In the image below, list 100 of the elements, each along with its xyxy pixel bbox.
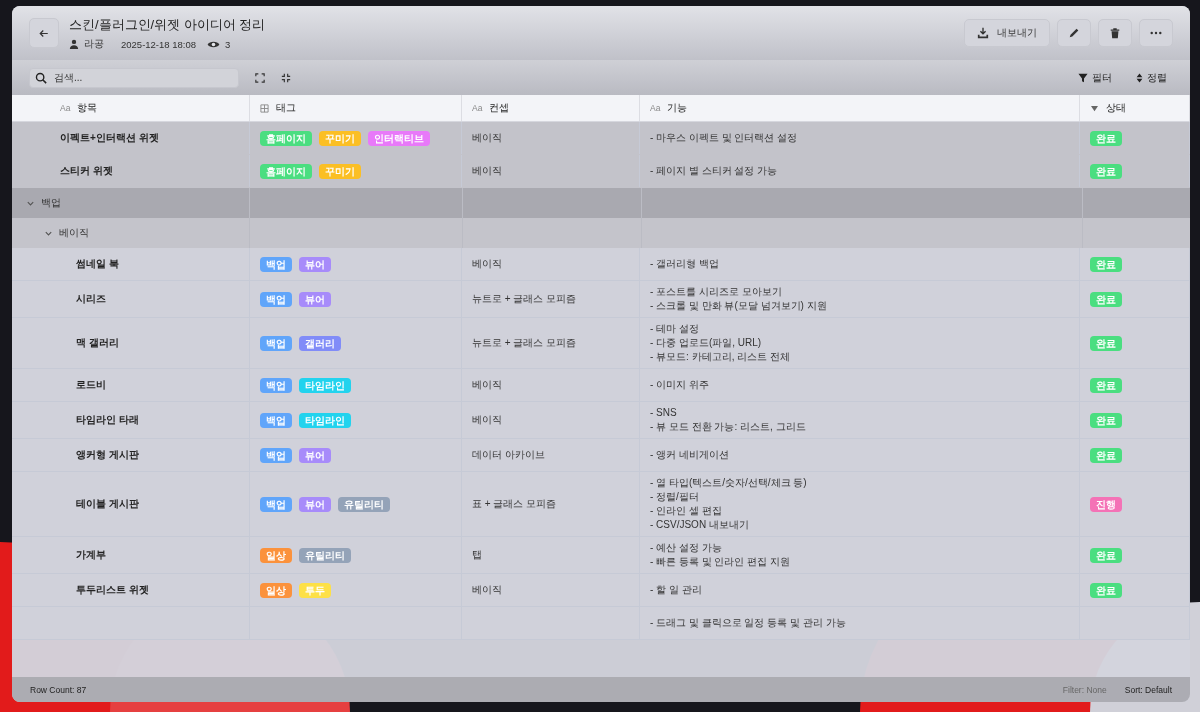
text-type-label: Aa xyxy=(60,103,71,113)
concept-text: 탭 xyxy=(472,549,482,561)
status-tag: 진행 xyxy=(1090,496,1122,512)
tag: 유틸리티 xyxy=(338,496,390,512)
feature-line: - 열 타입(텍스트/숫자/선택/체크 등) xyxy=(650,477,807,489)
row-count: Row Count: 87 xyxy=(30,684,87,695)
status-tag: 완료 xyxy=(1090,412,1122,428)
column-header[interactable]: Aa 기능 xyxy=(640,95,1080,121)
status-tag: 완료 xyxy=(1090,335,1122,351)
download-icon xyxy=(977,27,989,39)
tag: 백업 xyxy=(260,256,292,272)
tag: 유틸리티 xyxy=(299,547,351,563)
status-tag: 완료 xyxy=(1090,163,1122,179)
column-header[interactable]: 태그 xyxy=(250,95,462,121)
tag: 꾸미기 xyxy=(319,163,361,179)
tag: 일상 xyxy=(260,547,292,563)
column-header[interactable]: Aa 컨셉 xyxy=(462,95,640,121)
group-label: 백업 xyxy=(41,196,61,210)
tag: 백업 xyxy=(260,377,292,393)
tag: 타임라인 xyxy=(299,412,351,428)
item-name: 앵커형 게시판 xyxy=(76,449,139,461)
tag: 갤러리 xyxy=(299,335,341,351)
tag: 홈페이지 xyxy=(260,163,312,179)
tag: 뷰어 xyxy=(299,291,331,307)
tag: 홈페이지 xyxy=(260,130,312,146)
tag: 꾸미기 xyxy=(319,130,361,146)
delete-button[interactable] xyxy=(1098,19,1132,47)
concept-text: 뉴트로 + 글래스 모피즘 xyxy=(472,337,577,349)
column-label: 기능 xyxy=(667,101,688,115)
feature-line: - 인라인 셀 편집 xyxy=(650,505,722,517)
column-header[interactable]: 상태 xyxy=(1080,95,1190,121)
export-button[interactable]: 내보내기 xyxy=(964,19,1050,47)
feature-line: - SNS xyxy=(650,407,677,419)
tag: 타임라인 xyxy=(299,377,351,393)
item-name: 스티커 위젯 xyxy=(60,165,113,177)
feature-line: - 앵커 네비게이션 xyxy=(650,449,729,461)
edit-button[interactable] xyxy=(1057,19,1091,47)
status-tag: 완료 xyxy=(1090,291,1122,307)
feature-line: - 포스트를 시리즈로 모아보기 xyxy=(650,286,782,298)
filter-status: Filter: None xyxy=(1062,684,1107,695)
sort-status: Sort: Default xyxy=(1124,684,1172,695)
sort-icon xyxy=(1136,72,1143,83)
pencil-icon xyxy=(1068,27,1080,39)
feature-line: - CSV/JSON 내보내기 xyxy=(650,519,749,531)
concept-text: 베이직 xyxy=(472,132,502,144)
feature-line: - 뷰 모드 전환 가능: 리스트, 그리드 xyxy=(650,421,806,433)
feature-line: - 다중 업로드(파일, URL) xyxy=(650,337,762,349)
concept-text: 베이직 xyxy=(472,258,502,270)
tag: 인터랙티브 xyxy=(368,130,430,146)
tag: 백업 xyxy=(260,447,292,463)
group-label: 베이직 xyxy=(59,226,89,240)
item-name: 테이블 게시판 xyxy=(76,498,139,510)
tag: 백업 xyxy=(260,291,292,307)
status-tag: 완료 xyxy=(1090,547,1122,563)
filter-button[interactable]: 필터 xyxy=(1072,67,1118,88)
concept-text: 베이직 xyxy=(472,379,502,391)
feature-line: - 드래그 및 클릭으로 일정 등록 및 관리 가능 xyxy=(650,617,846,629)
page-title: 스킨/플러그인/위젯 아이디어 정리 xyxy=(69,15,266,34)
feature-line: - 빠른 등록 및 인라인 편집 지원 xyxy=(650,556,790,568)
feature-line: - 갤러리형 백업 xyxy=(650,258,719,270)
item-name: 썸네일 북 xyxy=(76,258,119,270)
column-label: 상태 xyxy=(1106,101,1126,115)
status-tag: 완료 xyxy=(1090,447,1122,463)
sort-button[interactable]: 정렬 xyxy=(1130,67,1173,88)
eye-icon xyxy=(207,39,220,49)
tag: 백업 xyxy=(260,335,292,351)
search-field[interactable]: 검색... xyxy=(29,67,239,88)
item-name: 로드비 xyxy=(76,379,106,391)
column-label: 항목 xyxy=(77,101,98,115)
item-name: 시리즈 xyxy=(76,293,106,305)
feature-line: - 뷰모드: 카테고리, 리스트 전체 xyxy=(650,351,790,363)
feature-line: - 정렬/필터 xyxy=(650,491,699,503)
date-text: 2025-12-18 18:08 xyxy=(121,38,196,50)
concept-text: 베이직 xyxy=(472,165,502,177)
item-name: 가계부 xyxy=(76,549,106,561)
column-header[interactable]: Aa 항목 xyxy=(12,95,250,121)
more-icon xyxy=(1150,31,1162,35)
feature-line: - 이미지 위주 xyxy=(650,379,709,391)
feature-line: - 예산 설정 가능 xyxy=(650,542,722,554)
status-tag: 완료 xyxy=(1090,256,1122,272)
status-tag: 완료 xyxy=(1090,377,1122,393)
column-label: 컨셉 xyxy=(489,101,510,115)
filter-icon xyxy=(1078,72,1088,83)
user-icon xyxy=(69,39,79,49)
view-count: 3 xyxy=(225,38,231,50)
group-row[interactable]: 백업 xyxy=(12,188,1190,218)
column-label: 태그 xyxy=(276,101,296,115)
concept-text: 표 + 글래스 모피즘 xyxy=(472,498,557,510)
tag: 뷰어 xyxy=(299,496,331,512)
trash-icon xyxy=(1109,27,1121,39)
triangle-icon xyxy=(1090,104,1099,112)
tag: 투두 xyxy=(299,582,331,598)
status-tag: 완료 xyxy=(1090,582,1122,598)
status-tag: 완료 xyxy=(1090,130,1122,146)
collapse-icon xyxy=(281,72,291,83)
feature-line: - 스크롤 및 만화 뷰(모달 넘겨보기) 지원 xyxy=(650,300,827,312)
tag: 뷰어 xyxy=(299,447,331,463)
feature-line: - 마우스 이펙트 및 인터랙션 설정 xyxy=(650,132,798,144)
tag: 뷰어 xyxy=(299,256,331,272)
group-row[interactable]: 베이직 xyxy=(12,218,1190,248)
